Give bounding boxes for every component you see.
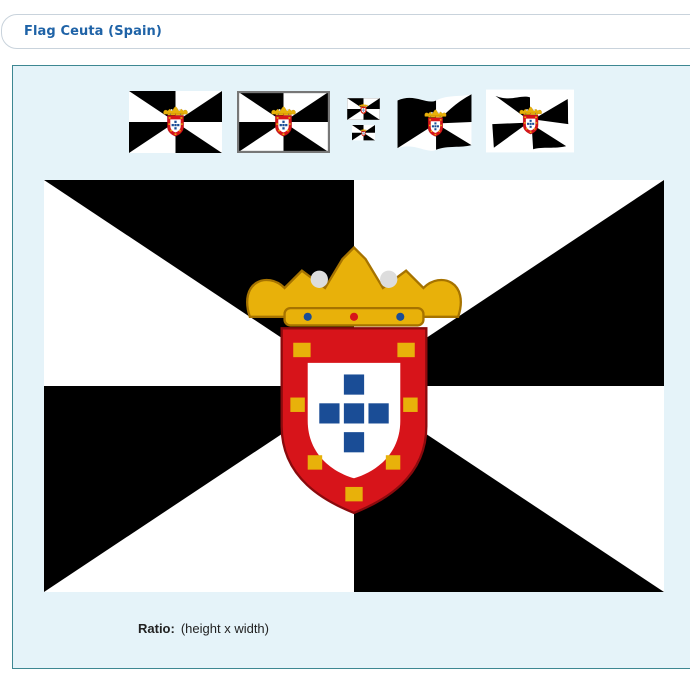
page-header: Flag Ceuta (Spain) bbox=[1, 14, 690, 49]
ratio-value: (height x width) bbox=[180, 621, 269, 636]
main-flag-image bbox=[44, 180, 664, 592]
ratio-info: Ratio: (height x width) bbox=[138, 621, 269, 636]
ratio-label: Ratio: bbox=[138, 621, 175, 636]
thumbnail-waving-flag[interactable] bbox=[396, 91, 473, 153]
thumbnail-small-flag[interactable] bbox=[352, 125, 375, 145]
thumbnail-waving-flag-alt[interactable] bbox=[486, 89, 574, 153]
thumbnail-flat-flag[interactable] bbox=[129, 91, 222, 153]
page-title: Flag Ceuta (Spain) bbox=[24, 24, 162, 39]
thumbnail-icon-flag[interactable] bbox=[347, 98, 380, 120]
thumbnail-framed-flag[interactable] bbox=[237, 91, 330, 153]
